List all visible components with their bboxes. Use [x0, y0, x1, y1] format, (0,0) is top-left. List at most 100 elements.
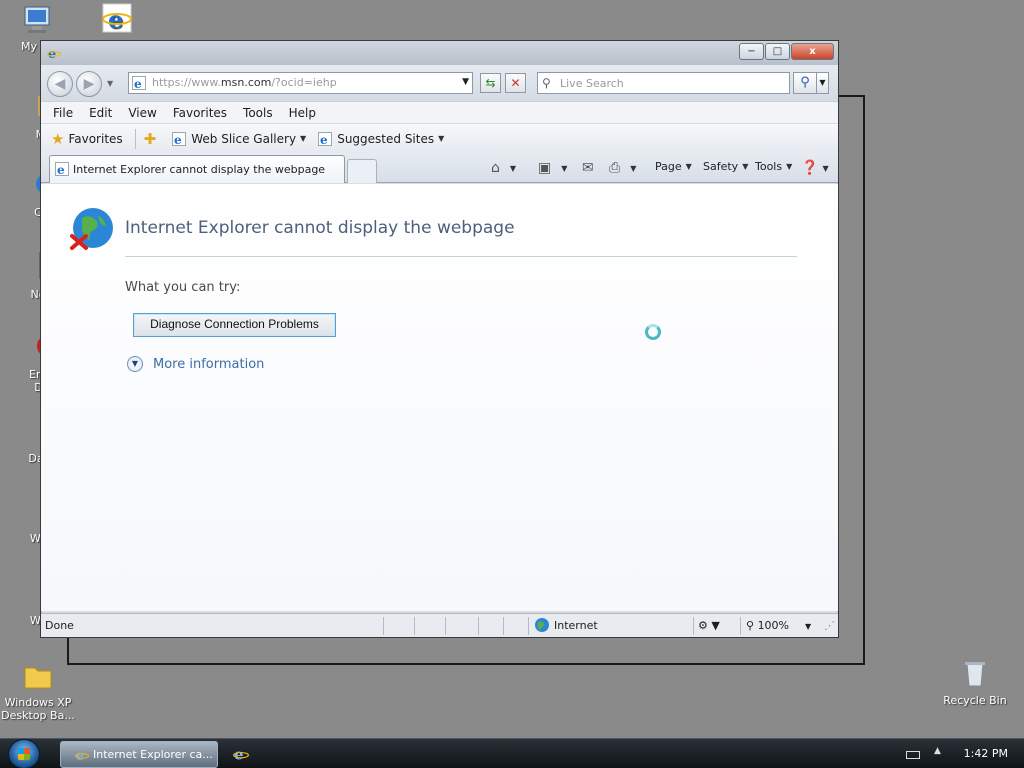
show-hidden-icons-icon[interactable]: ▲: [934, 746, 941, 756]
recycle-bin-icon: [959, 658, 991, 690]
read-mail-button[interactable]: ✉: [582, 160, 594, 176]
taskbar-ie-button[interactable]: e Internet Explorer ca...: [60, 741, 218, 768]
diagnose-connection-button[interactable]: Diagnose Connection Problems: [133, 313, 336, 337]
print-button[interactable]: ⎙ ▼: [609, 160, 636, 176]
menu-favorites[interactable]: Favorites: [173, 106, 227, 120]
safety-label: Safety: [703, 160, 739, 173]
error-globe-icon: [70, 208, 113, 250]
svg-text:e: e: [134, 77, 142, 90]
more-information-link[interactable]: ▼ More information: [127, 356, 264, 372]
forward-button[interactable]: ▶: [76, 71, 102, 97]
separator: [445, 617, 446, 635]
chevron-down-icon: ▼: [786, 162, 793, 171]
divider: [125, 256, 797, 257]
desktop-icon-xp-backup[interactable]: Windows XP Desktop Ba...: [0, 660, 78, 722]
chevron-down-icon: ▼: [742, 162, 749, 171]
taskbar: e Internet Explorer ca... e ▲ 1:42 PM: [0, 738, 1024, 768]
maximize-button[interactable]: □: [765, 43, 790, 60]
zoom-button[interactable]: ⚲ 100%: [746, 619, 789, 632]
feeds-button[interactable]: ▣ ▼: [538, 160, 567, 176]
ie-window[interactable]: e − □ x ◀ ▶ ▼ e https://www.msn.com/?oci…: [40, 40, 839, 638]
url-domain: msn.com: [220, 76, 272, 89]
desktop-icon-ie[interactable]: e: [77, 2, 157, 38]
more-information-label: More information: [153, 356, 265, 372]
web-slice-gallery-link[interactable]: e Web Slice Gallery ▼: [172, 131, 307, 146]
taskbar-ie-label: Internet Explorer ca...: [93, 748, 213, 761]
svg-text:e: e: [76, 749, 84, 762]
desktop-icon-recycle-bin[interactable]: Recycle Bin: [935, 658, 1015, 707]
favorites-button[interactable]: ★ Favorites: [51, 130, 123, 148]
ie-page-icon: e: [318, 131, 333, 146]
keyboard-icon[interactable]: [906, 751, 920, 759]
history-dropdown-icon[interactable]: ▼: [107, 79, 113, 88]
menu-bar: File Edit View Favorites Tools Help: [41, 101, 838, 123]
busy-cursor-icon: [645, 324, 661, 340]
menu-edit[interactable]: Edit: [89, 106, 112, 120]
zoom-level: 100%: [757, 619, 790, 632]
chevron-down-icon: ▼: [300, 134, 307, 143]
start-button[interactable]: [8, 739, 40, 768]
help-button[interactable]: ❓ ▼: [801, 160, 829, 176]
add-favorite-button[interactable]: ✚: [144, 130, 161, 148]
tab-current[interactable]: e Internet Explorer cannot display the w…: [49, 155, 345, 183]
search-options-dropdown[interactable]: ▼: [817, 72, 829, 94]
folder-icon: [22, 660, 54, 692]
chevron-down-icon: ▼: [685, 162, 692, 171]
suggested-sites-link[interactable]: e Suggested Sites ▼: [318, 131, 444, 146]
ie-page-icon: e: [132, 76, 146, 90]
separator: [740, 617, 741, 635]
separator: [503, 617, 504, 635]
try-text: What you can try:: [125, 280, 241, 295]
separator: [528, 617, 529, 635]
protected-mode-icon[interactable]: ⚙ ▼: [698, 619, 720, 632]
internet-zone-icon: [534, 617, 550, 636]
star-icon: ★: [51, 129, 65, 148]
close-button[interactable]: x: [791, 43, 834, 60]
ie-icon: e: [47, 47, 61, 60]
chevron-down-icon: ▼: [509, 163, 517, 173]
favorites-bar: ★ Favorites ✚ e Web Slice Gallery ▼ e Sugg…: [41, 123, 838, 153]
menu-help[interactable]: Help: [289, 106, 316, 120]
quick-launch-ie-icon[interactable]: e: [233, 746, 249, 762]
separator: [693, 617, 694, 635]
search-icon: ⚲: [542, 76, 551, 90]
back-button[interactable]: ◀: [47, 71, 73, 97]
chevron-down-icon: ▼: [630, 163, 637, 173]
tools-menu[interactable]: Tools ▼: [755, 160, 792, 173]
page-content: Internet Explorer cannot display the web…: [41, 184, 838, 611]
page-label: Page: [655, 160, 682, 173]
system-tray: ▲ 1:42 PM: [906, 739, 1024, 768]
menu-view[interactable]: View: [128, 106, 156, 120]
search-placeholder: Live Search: [560, 77, 624, 90]
zoom-dropdown-icon[interactable]: ▼: [805, 622, 811, 631]
home-button[interactable]: ⌂ ▼: [491, 160, 516, 176]
menu-tools[interactable]: Tools: [243, 106, 273, 120]
chevron-down-icon: ▼: [561, 163, 568, 173]
svg-text:e: e: [108, 5, 123, 34]
resize-grip-icon[interactable]: ⋰: [824, 619, 835, 632]
stop-icon[interactable]: ✕: [505, 73, 526, 93]
url-prefix: https://www.: [152, 76, 221, 89]
page-title: Internet Explorer cannot display the web…: [125, 218, 515, 238]
add-favorite-icon: ✚: [143, 129, 157, 148]
zoom-icon: ⚲: [746, 619, 755, 632]
mail-icon: ✉: [582, 160, 594, 176]
page-menu[interactable]: Page ▼: [655, 160, 692, 173]
separator: [478, 617, 479, 635]
separator: [383, 617, 384, 635]
ie-page-icon: e: [172, 131, 187, 146]
svg-text:e: e: [57, 163, 65, 176]
address-dropdown-icon[interactable]: ▼: [462, 77, 469, 87]
new-tab-button[interactable]: [347, 159, 377, 183]
separator: [414, 617, 415, 635]
clock[interactable]: 1:42 PM: [964, 747, 1008, 760]
menu-file[interactable]: File: [53, 106, 73, 120]
safety-menu[interactable]: Safety ▼: [703, 160, 748, 173]
refresh-icon[interactable]: ⇆: [480, 73, 501, 93]
title-bar[interactable]: e − □ x: [41, 41, 838, 65]
search-input[interactable]: ⚲ Live Search: [537, 72, 790, 94]
address-field[interactable]: e https://www.msn.com/?ocid=iehp ▼: [128, 72, 473, 94]
help-icon: ❓: [801, 160, 819, 176]
search-go-icon[interactable]: ⚲: [793, 72, 817, 94]
minimize-button[interactable]: −: [739, 43, 764, 60]
